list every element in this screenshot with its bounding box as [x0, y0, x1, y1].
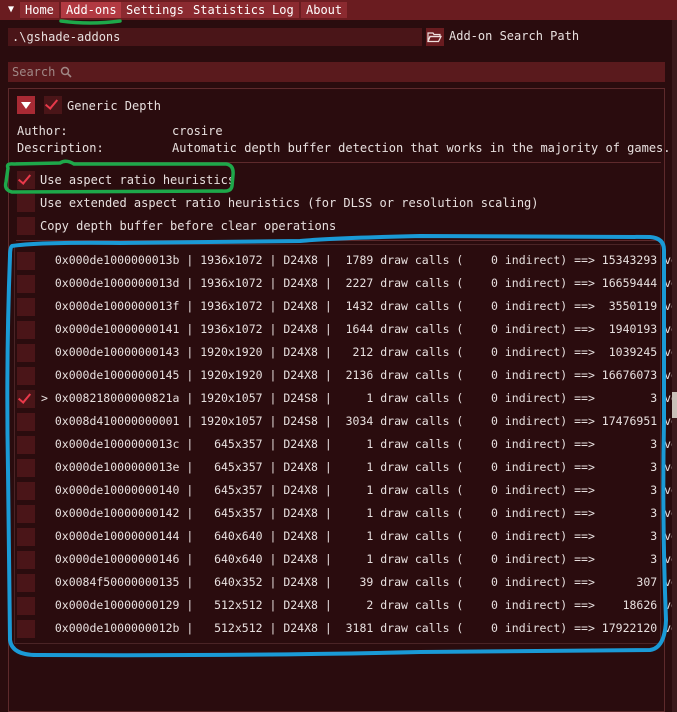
depth-buffer-info: 0x000de1000000013c | 645x357 | D24X8 | 1…: [41, 437, 677, 451]
copy-depth-buffer-checkbox[interactable]: [17, 217, 35, 235]
search-icon: [60, 66, 72, 78]
depth-buffer-row[interactable]: 0x000de10000000141 | 1936x1072 | D24X8 |…: [17, 321, 677, 339]
folder-open-icon: [427, 32, 442, 43]
depth-buffer-checkbox[interactable]: [17, 620, 35, 638]
depth-buffer-info: 0x000de10000000145 | 1920x1920 | D24X8 |…: [41, 368, 677, 382]
depth-buffer-row[interactable]: 0x000de10000000142 | 645x357 | D24X8 | 1…: [17, 505, 677, 523]
depth-buffer-checkbox[interactable]: [17, 298, 35, 316]
depth-buffer-checkbox[interactable]: [17, 528, 35, 546]
depth-buffer-checkbox[interactable]: [17, 390, 35, 408]
depth-buffer-checkbox[interactable]: [17, 574, 35, 592]
depth-buffer-info: 0x000de1000000013b | 1936x1072 | D24X8 |…: [41, 253, 677, 267]
depth-buffer-info: > 0x008218000000821a | 1920x1057 | D24S8…: [41, 391, 677, 405]
depth-buffer-row[interactable]: > 0x008218000000821a | 1920x1057 | D24S8…: [17, 390, 677, 408]
depth-buffer-info: 0x000de10000000146 | 640x640 | D24X8 | 1…: [41, 552, 677, 566]
depth-buffer-row[interactable]: 0x008d410000000001 | 1920x1057 | D24S8 |…: [17, 413, 677, 431]
tab-bar: ▼ Home Add-ons Settings Statistics Log A…: [0, 0, 677, 20]
description-value: Automatic depth buffer detection that wo…: [172, 141, 671, 155]
background-edge-highlight: [672, 392, 677, 418]
green-tab-underline: [59, 19, 122, 25]
addon-enabled-checkbox[interactable]: [44, 96, 62, 114]
depth-buffer-row[interactable]: 0x000de10000000146 | 640x640 | D24X8 | 1…: [17, 551, 677, 569]
depth-buffer-info: 0x000de1000000012b | 512x512 | D24X8 | 3…: [41, 621, 677, 635]
depth-buffer-info: 0x000de1000000013d | 1936x1072 | D24X8 |…: [41, 276, 677, 290]
depth-buffer-checkbox[interactable]: [17, 367, 35, 385]
depth-buffer-row[interactable]: 0x000de1000000013b | 1936x1072 | D24X8 |…: [17, 252, 677, 270]
depth-buffer-row[interactable]: 0x000de1000000013d | 1936x1072 | D24X8 |…: [17, 275, 677, 293]
depth-buffer-info: 0x000de10000000142 | 645x357 | D24X8 | 1…: [41, 506, 677, 520]
depth-buffer-info: 0x000de10000000140 | 645x357 | D24X8 | 1…: [41, 483, 677, 497]
depth-buffer-checkbox[interactable]: [17, 597, 35, 615]
depth-buffer-checkbox[interactable]: [17, 505, 35, 523]
depth-buffer-info: 0x000de1000000013f | 1936x1072 | D24X8 |…: [41, 299, 677, 313]
depth-buffer-row[interactable]: 0x000de1000000013f | 1936x1072 | D24X8 |…: [17, 298, 677, 316]
depth-buffer-info: 0x0084f50000000135 | 640x352 | D24X8 | 3…: [41, 575, 677, 589]
tab-about[interactable]: About: [301, 2, 348, 18]
depth-buffer-checkbox[interactable]: [17, 459, 35, 477]
tab-settings[interactable]: Settings: [121, 2, 189, 18]
depth-buffer-row[interactable]: 0x000de1000000013e | 645x357 | D24X8 | 1…: [17, 459, 677, 477]
depth-buffer-row[interactable]: 0x000de10000000145 | 1920x1920 | D24X8 |…: [17, 367, 677, 385]
depth-buffer-info: 0x000de1000000013e | 645x357 | D24X8 | 1…: [41, 460, 677, 474]
depth-buffer-checkbox[interactable]: [17, 344, 35, 362]
extended-aspect-ratio-checkbox[interactable]: [17, 194, 35, 212]
separator: [16, 162, 661, 163]
aspect-ratio-heuristics-checkbox[interactable]: [17, 171, 35, 189]
depth-buffer-row[interactable]: 0x000de10000000129 | 512x512 | D24X8 | 2…: [17, 597, 677, 615]
background-edge: [672, 20, 677, 712]
depth-buffer-row[interactable]: 0x000de10000000143 | 1920x1920 | D24X8 |…: [17, 344, 677, 362]
depth-buffer-row[interactable]: 0x000de10000000140 | 645x357 | D24X8 | 1…: [17, 482, 677, 500]
depth-buffer-info: 0x000de10000000141 | 1936x1072 | D24X8 |…: [41, 322, 677, 336]
depth-buffer-info: 0x000de10000000129 | 512x512 | D24X8 | 2…: [41, 598, 677, 612]
depth-buffer-info: 0x000de10000000144 | 640x640 | D24X8 | 1…: [41, 529, 677, 543]
search-placeholder: Search: [12, 65, 56, 79]
author-value: crosire: [172, 124, 223, 138]
tab-log[interactable]: Log: [267, 2, 299, 18]
gshade-addons-window: ▼ Home Add-ons Settings Statistics Log A…: [0, 0, 677, 712]
depth-buffer-checkbox[interactable]: [17, 413, 35, 431]
depth-buffer-checkbox[interactable]: [17, 551, 35, 569]
depth-buffer-checkbox[interactable]: [17, 252, 35, 270]
depth-buffer-row[interactable]: 0x000de1000000012b | 512x512 | D24X8 | 3…: [17, 620, 677, 638]
depth-buffer-checkbox[interactable]: [17, 436, 35, 454]
depth-buffer-row[interactable]: 0x0084f50000000135 | 640x352 | D24X8 | 3…: [17, 574, 677, 592]
tab-add-ons[interactable]: Add-ons: [61, 2, 122, 18]
menu-dropdown-icon[interactable]: ▼: [4, 3, 18, 17]
depth-buffer-row[interactable]: 0x000de10000000144 | 640x640 | D24X8 | 1…: [17, 528, 677, 546]
addon-name: Generic Depth: [67, 99, 161, 113]
depth-buffer-checkbox[interactable]: [17, 321, 35, 339]
addon-path-input[interactable]: .\gshade-addons: [8, 28, 422, 46]
copy-depth-buffer-label: Copy depth buffer before clear operation…: [40, 219, 337, 233]
separator: [16, 240, 661, 241]
depth-buffer-info: 0x008d410000000001 | 1920x1057 | D24S8 |…: [41, 414, 677, 428]
tab-home[interactable]: Home: [20, 2, 59, 18]
addon-search-path-label: Add-on Search Path: [449, 29, 580, 43]
folder-browse-button[interactable]: [426, 28, 444, 46]
depth-buffer-row[interactable]: 0x000de1000000013c | 645x357 | D24X8 | 1…: [17, 436, 677, 454]
depth-buffer-checkbox[interactable]: [17, 482, 35, 500]
tab-statistics[interactable]: Statistics: [188, 2, 271, 18]
depth-buffer-info: 0x000de10000000143 | 1920x1920 | D24X8 |…: [41, 345, 677, 359]
author-label: Author:: [17, 124, 68, 138]
aspect-ratio-heuristics-label: Use aspect ratio heuristics: [40, 173, 236, 187]
search-input[interactable]: Search: [8, 62, 665, 82]
collapse-toggle-button[interactable]: [17, 96, 35, 114]
extended-aspect-ratio-label: Use extended aspect ratio heuristics (fo…: [40, 196, 539, 210]
description-label: Description:: [17, 141, 104, 155]
depth-buffer-checkbox[interactable]: [17, 275, 35, 293]
